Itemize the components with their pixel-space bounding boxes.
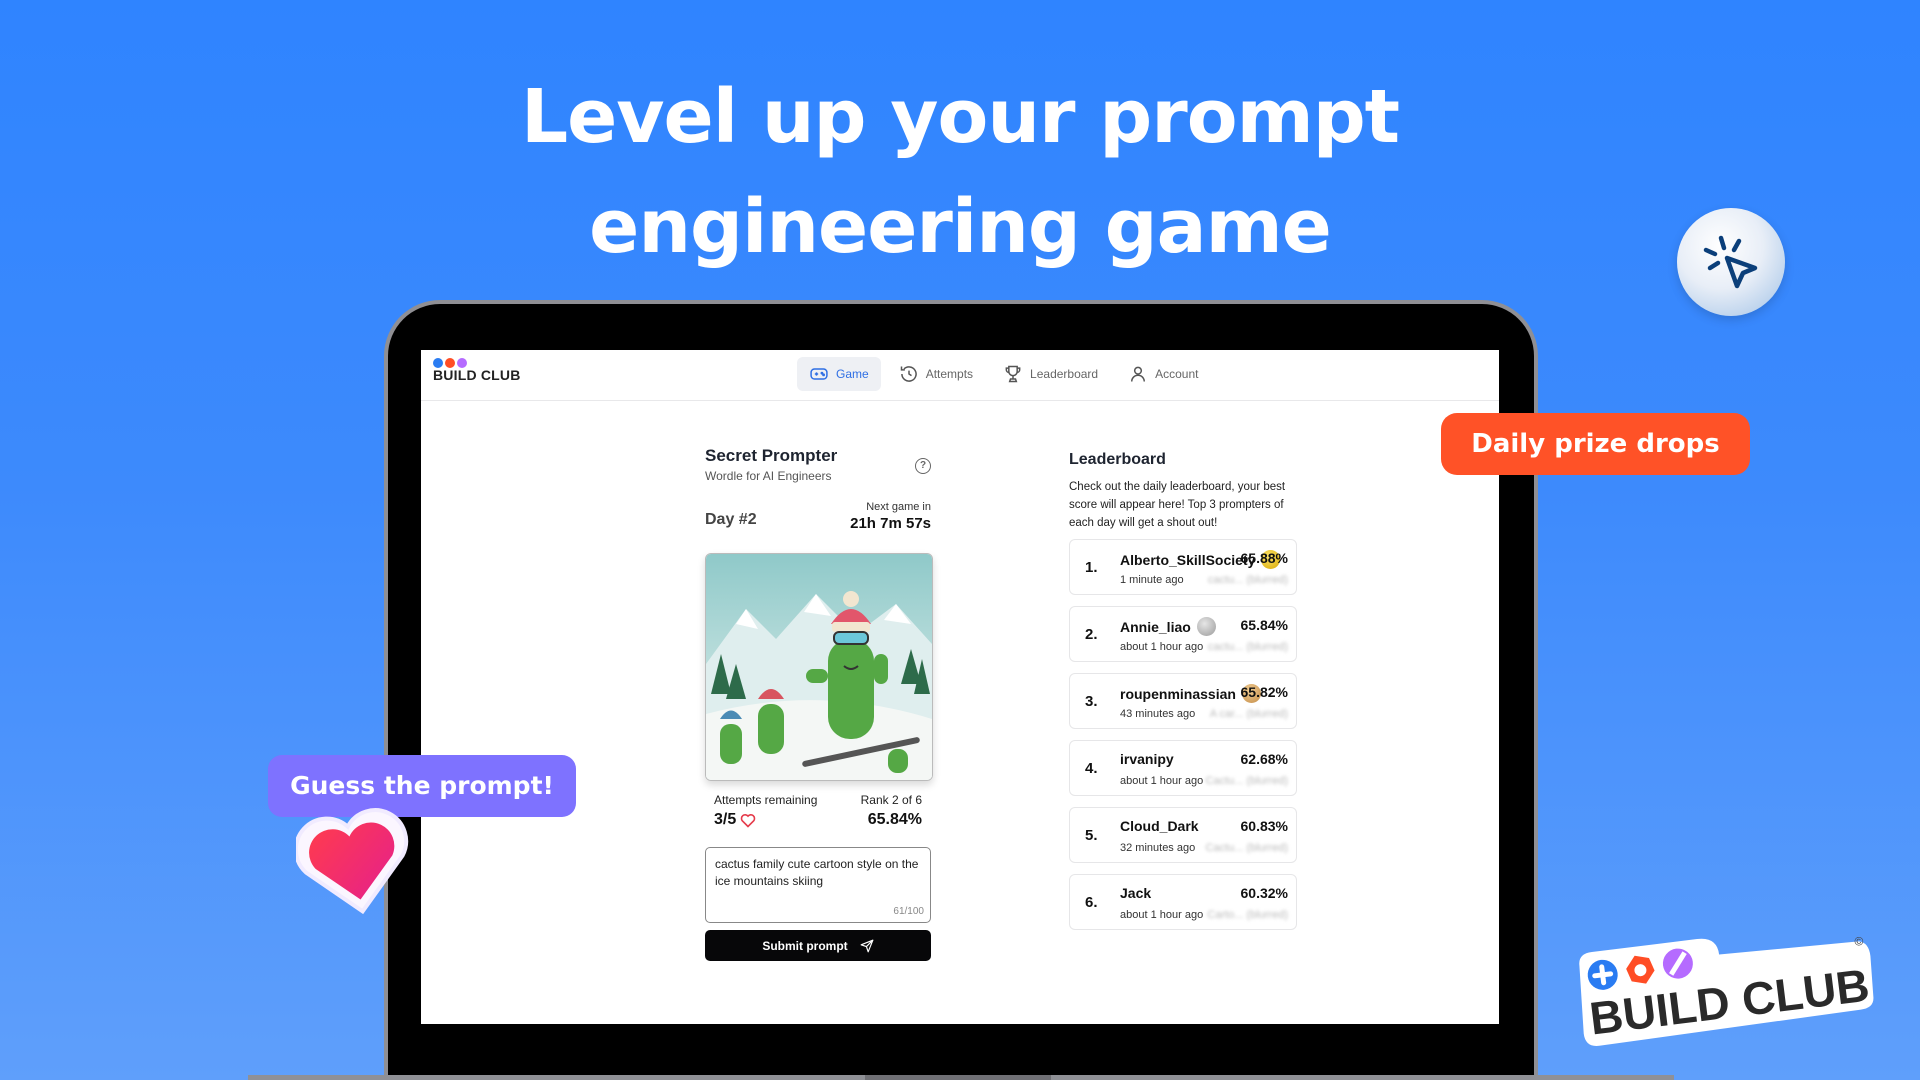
tab-game[interactable]: Game (797, 357, 881, 391)
attempts-count: 3/5 (714, 811, 737, 828)
leaderboard-description: Check out the daily leaderboard, your be… (1069, 481, 1286, 529)
submission-time: about 1 hour ago (1120, 641, 1204, 653)
player-score: 60.32% (1240, 885, 1288, 901)
rank-number: 6. (1085, 894, 1098, 911)
char-count: 61/100 (893, 906, 924, 917)
hidden-guess: Cactu... (blurred) (1205, 842, 1288, 854)
attempts-value: 3/5 (714, 811, 756, 829)
player-score: 62.68% (1240, 751, 1288, 767)
laptop-notch (865, 1075, 1051, 1080)
trophy-icon (1005, 365, 1021, 383)
heart-outline-icon (740, 813, 756, 828)
player-name-text: roupenminassian (1120, 685, 1236, 702)
gamepad-icon (810, 368, 828, 380)
user-icon (1131, 366, 1146, 382)
player-name-text: Alberto_SkillSociety (1120, 551, 1256, 568)
leaderboard-row[interactable]: 6. Jack about 1 hour ago 60.32% Carto...… (1069, 874, 1297, 930)
hidden-guess: cactu... (blurred) (1207, 641, 1288, 653)
submission-time: 43 minutes ago (1120, 708, 1196, 720)
game-title: Secret Prompter (705, 446, 838, 465)
rank-number: 1. (1085, 559, 1098, 576)
leaderboard-title: Leaderboard (1069, 451, 1166, 468)
laptop-base (248, 1075, 1674, 1080)
day-label: Day #2 (705, 511, 757, 528)
cursor-click-badge (1677, 208, 1785, 316)
tab-attempts[interactable]: Attempts (887, 357, 985, 391)
player-score: 65.84% (1240, 617, 1288, 633)
build-club-logo-large: BUILD CLUB © (1579, 934, 1874, 1046)
game-subtitle: Wordle for AI Engineers (705, 469, 832, 483)
silver-medal-icon (1196, 617, 1216, 636)
hidden-guess: cactu... (blurred) (1207, 574, 1288, 586)
attempts-label: Attempts remaining (714, 793, 818, 807)
next-game-timer: Next game in 21h 7m 57s (850, 501, 931, 532)
daily-prize-badge: Daily prize drops (1441, 413, 1750, 475)
submit-label: Submit prompt (762, 938, 848, 953)
player-name-text: Annie_liao (1120, 618, 1191, 635)
tab-account[interactable]: Account (1116, 357, 1210, 391)
player-name: Jack (1120, 885, 1152, 901)
hidden-guess: A car... (blurred) (1209, 708, 1288, 720)
build-club-brand-sticker: BUILD CLUB © (1566, 900, 1883, 1056)
app-screen: BUILD CLUB Game Attempts Leaderboard Acc… (421, 350, 1499, 1024)
next-game-label: Next game in (866, 501, 931, 513)
hidden-guess: Carto... (blurred) (1207, 909, 1288, 921)
prompt-field[interactable]: cactus family cute cartoon style on the … (705, 847, 931, 923)
rank-number: 4. (1085, 760, 1098, 777)
heart-sticker (293, 808, 414, 918)
cactus-skiing-illustration (706, 554, 932, 780)
headline-line-1: Level up your prompt (520, 74, 1400, 160)
submission-time: about 1 hour ago (1120, 775, 1204, 787)
leaderboard-row[interactable]: 1. Alberto_SkillSociety 1 minute ago 65.… (1069, 539, 1297, 595)
rank-number: 2. (1085, 626, 1098, 643)
logo-text: BUILD CLUB (433, 367, 521, 383)
hidden-guess: Cactu... (blurred) (1205, 775, 1288, 787)
headline-line-2: engineering game (589, 184, 1332, 270)
copyright-mark: © (1854, 934, 1865, 949)
leaderboard-list: 1. Alberto_SkillSociety 1 minute ago 65.… (1069, 539, 1297, 930)
rank-number: 5. (1085, 827, 1098, 844)
rank-label: Rank 2 of 6 (860, 793, 922, 807)
history-icon (900, 366, 917, 382)
player-score: 65.88% (1240, 550, 1288, 566)
tab-attempts-label: Attempts (925, 367, 974, 381)
tab-leaderboard[interactable]: Leaderboard (991, 357, 1110, 391)
puzzle-image (705, 553, 933, 781)
game-panel: Secret Prompter Wordle for AI Engineers … (705, 446, 933, 961)
day-row: Day #2 Next game in 21h 7m 57s (705, 501, 931, 541)
tab-leaderboard-label: Leaderboard (1030, 367, 1099, 381)
submit-prompt-button[interactable]: Submit prompt (705, 930, 931, 961)
nav-tabs: Game Attempts Leaderboard Account (797, 353, 1210, 391)
leaderboard-panel: Leaderboard Check out the daily leaderbo… (1069, 446, 1297, 941)
leaderboard-row[interactable]: 4. irvanipy about 1 hour ago 62.68% Cact… (1069, 740, 1297, 796)
send-icon (860, 939, 874, 952)
submission-time: about 1 hour ago (1120, 909, 1204, 921)
submission-time: 1 minute ago (1120, 574, 1184, 586)
rank-score: 65.84% (867, 811, 922, 828)
player-name: irvanipy (1120, 751, 1174, 767)
tab-account-label: Account (1155, 367, 1199, 381)
cursor-click-icon (1703, 235, 1758, 289)
attempt-stats: Attempts remaining 3/5 Rank 2 of 6 65.84… (705, 793, 931, 843)
player-name: Cloud_Dark (1120, 818, 1199, 834)
leaderboard-row[interactable]: 3. roupenminassian 43 minutes ago 65.82%… (1069, 673, 1297, 729)
leaderboard-row[interactable]: 5. Cloud_Dark 32 minutes ago 60.83% Cact… (1069, 807, 1297, 863)
build-club-logo[interactable]: BUILD CLUB (433, 358, 521, 383)
leaderboard-row[interactable]: 2. Annie_liao about 1 hour ago 65.84% ca… (1069, 606, 1297, 662)
headline: Level up your prompt engineering game (0, 62, 1920, 282)
tab-game-label: Game (836, 367, 869, 381)
next-game-countdown: 21h 7m 57s (850, 515, 931, 532)
player-score: 60.83% (1240, 818, 1288, 834)
top-nav: BUILD CLUB Game Attempts Leaderboard Acc… (421, 350, 1499, 401)
player-name: Annie_liao (1120, 617, 1216, 636)
help-icon[interactable]: ? (915, 458, 931, 474)
heart-icon (293, 808, 409, 915)
rank-number: 3. (1085, 693, 1098, 710)
player-score: 65.82% (1240, 684, 1288, 700)
submission-time: 32 minutes ago (1120, 842, 1196, 854)
